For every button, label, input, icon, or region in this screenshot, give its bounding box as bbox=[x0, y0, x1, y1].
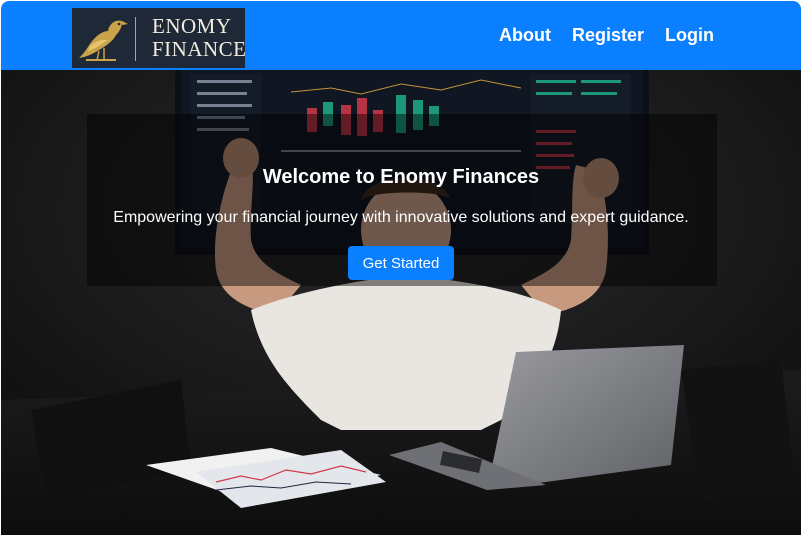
nav-links: About Register Login bbox=[499, 25, 714, 46]
page: ENOMY FINANCE About Register Login Welco… bbox=[0, 0, 801, 536]
enomy-finance-logo[interactable]: ENOMY FINANCE bbox=[72, 8, 247, 68]
logo-text-enomy: ENOMY bbox=[152, 14, 232, 38]
nav-link-about[interactable]: About bbox=[499, 25, 551, 46]
bird-icon bbox=[79, 20, 128, 61]
logo-divider bbox=[135, 17, 136, 61]
hero-subtitle: Empowering your financial journey with i… bbox=[113, 209, 689, 226]
hero-title: Welcome to Enomy Finances bbox=[262, 166, 540, 188]
top-navigation-bar: ENOMY FINANCE About Register Login bbox=[1, 1, 801, 70]
nav-link-register[interactable]: Register bbox=[572, 25, 644, 46]
hero-section: Welcome to Enomy Finances Empowering you… bbox=[1, 70, 801, 535]
get-started-button[interactable]: Get Started bbox=[348, 246, 454, 280]
logo-text-finance: FINANCE bbox=[152, 37, 247, 61]
nav-link-login[interactable]: Login bbox=[665, 25, 714, 46]
